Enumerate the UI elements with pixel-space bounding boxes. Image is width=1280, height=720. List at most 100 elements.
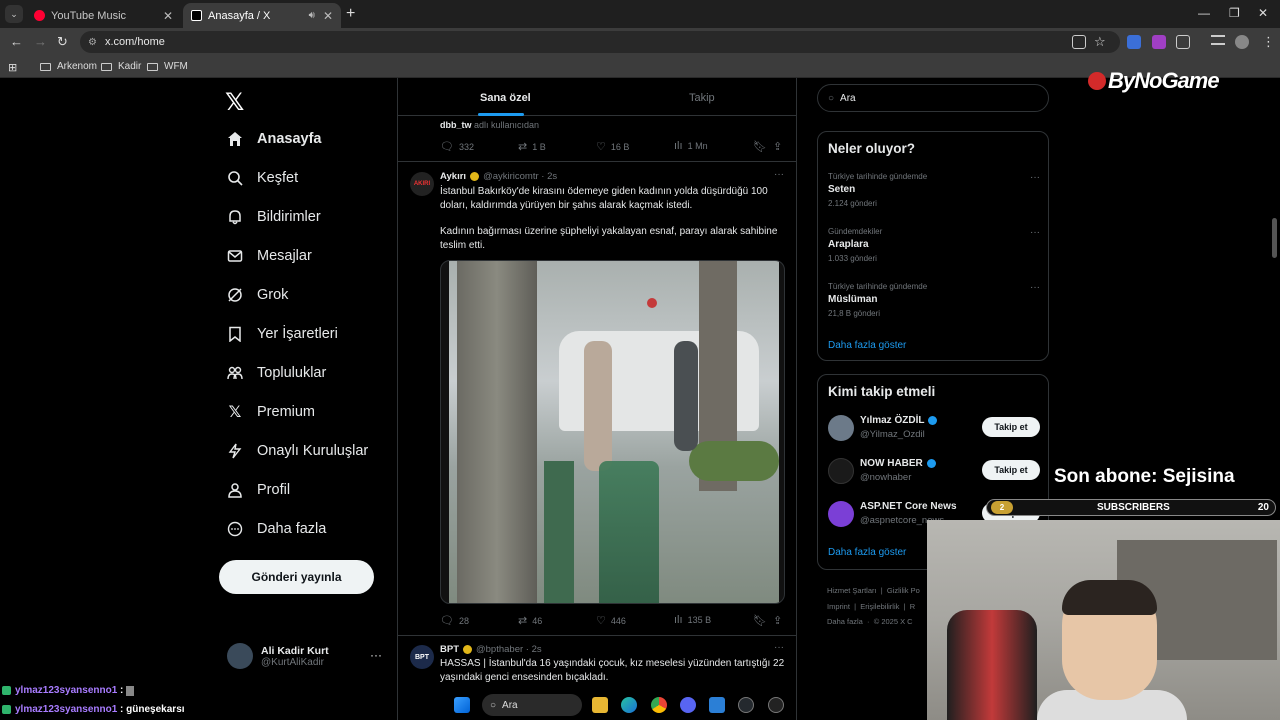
follow-suggestion[interactable]: NOW HABER @nowhaber Takip et — [828, 456, 1040, 486]
follow-suggestion[interactable]: Yılmaz ÖZDİL @Yilmaz_Ozdil Takip et — [828, 413, 1040, 443]
tab-youtube-music[interactable]: YouTube Music ✕ — [26, 3, 181, 28]
follow-button[interactable]: Takip et — [982, 417, 1040, 437]
close-icon[interactable]: ✕ — [323, 9, 333, 23]
sidebar-item-premium[interactable]: 𝕏 Premium — [226, 403, 315, 421]
sidebar-item-notifications[interactable]: Bildirimler — [226, 208, 321, 226]
footer-link[interactable]: Imprint — [827, 602, 850, 611]
sidebar-item-profile[interactable]: Profil — [226, 481, 290, 499]
taskbar-search[interactable]: ○ Ara — [482, 694, 582, 716]
tab-for-you[interactable]: Sana özel — [480, 92, 531, 104]
chrome-icon[interactable] — [651, 697, 667, 713]
edge-icon[interactable] — [621, 697, 637, 713]
apps-grid-icon[interactable]: ⊞ — [8, 61, 17, 74]
like-button[interactable]: ♡ 16 B — [596, 140, 629, 153]
tweet-handle[interactable]: @aykiricomtr · 2s — [483, 171, 557, 182]
forward-icon[interactable]: → — [34, 34, 47, 49]
share-button[interactable]: ⇪ — [773, 140, 787, 153]
sidebar-item-explore[interactable]: Keşfet — [226, 169, 298, 187]
back-icon[interactable]: ← — [10, 34, 23, 49]
sidebar-item-grok[interactable]: Grok — [226, 286, 288, 304]
sidebar-item-messages[interactable]: Mesajlar — [226, 247, 312, 265]
speaker-icon[interactable]: 🔊︎ — [309, 10, 315, 21]
scrollbar[interactable] — [1272, 218, 1277, 258]
file-explorer-icon[interactable] — [592, 697, 608, 713]
tab-x-home[interactable]: Anasayfa / X 🔊︎ ✕ — [183, 3, 341, 28]
close-icon[interactable]: ✕ — [163, 9, 173, 23]
follow-button[interactable]: Takip et — [982, 460, 1040, 480]
tweet-author[interactable]: BPT — [440, 644, 459, 655]
reload-icon[interactable]: ↻ — [57, 34, 68, 50]
tab-following[interactable]: Takip — [689, 92, 715, 104]
reply-button[interactable]: 🗨︎ 28 — [440, 614, 469, 627]
repost-button[interactable]: ⇄ 1 B — [518, 140, 546, 153]
minimize-icon[interactable]: — — [1198, 6, 1210, 20]
tweet-handle[interactable]: @bpthaber · 2s — [476, 644, 542, 655]
sidebar-item-bookmarks[interactable]: Yer İşaretleri — [226, 325, 338, 343]
more-icon[interactable]: ··· — [774, 169, 784, 180]
footer-link[interactable]: Daha fazla — [827, 617, 863, 626]
views-button[interactable]: ılı 135 B — [674, 614, 711, 626]
maximize-icon[interactable]: ❐ — [1229, 6, 1240, 20]
close-window-icon[interactable]: ✕ — [1258, 6, 1268, 20]
sidebar-item-label: Daha fazla — [257, 521, 327, 537]
tweet-video[interactable] — [440, 260, 785, 604]
browser-menu-icon[interactable]: ⋮ — [1262, 34, 1275, 50]
account-switcher[interactable]: Ali Kadir Kurt @KurtAliKadir — [227, 643, 387, 669]
vscode-icon[interactable] — [709, 697, 725, 713]
discord-icon[interactable] — [680, 697, 696, 713]
profile-avatar[interactable] — [1235, 35, 1249, 49]
trend-item[interactable]: Türkiye tarihinde gündemde Seten 2.124 g… — [828, 172, 1040, 208]
reading-list-icon[interactable] — [1211, 35, 1225, 45]
footer-link[interactable]: Gizlilik Po — [887, 586, 920, 595]
more-icon[interactable]: ··· — [370, 648, 382, 662]
tweet-author[interactable]: Aykırı — [440, 171, 466, 182]
more-icon[interactable]: ··· — [1030, 227, 1040, 238]
more-icon[interactable]: ··· — [774, 642, 784, 653]
extension-icon[interactable] — [1152, 35, 1166, 49]
x-logo-icon[interactable]: 𝕏 — [225, 88, 244, 117]
avatar[interactable]: AKIRI — [410, 172, 434, 196]
more-icon[interactable]: ··· — [1030, 282, 1040, 293]
show-more-link[interactable]: Daha fazla göster — [828, 547, 906, 558]
bookmark-folder-arkenom[interactable]: Arkenom — [40, 61, 97, 72]
url-input[interactable]: ⚙ x.com/home — [80, 31, 1120, 53]
new-tab-button[interactable]: + — [346, 5, 355, 23]
attribution-user[interactable]: dbb_tw — [440, 120, 472, 130]
avatar[interactable]: BPT — [410, 645, 434, 669]
windows-start-icon[interactable] — [454, 697, 470, 713]
star-icon[interactable]: ☆ — [1094, 34, 1106, 50]
site-info-icon[interactable]: ⚙ — [88, 37, 97, 48]
repost-button[interactable]: ⇄ 46 — [518, 614, 542, 627]
sidebar-item-communities[interactable]: Topluluklar — [226, 364, 326, 382]
bookmark-folder-kadir[interactable]: Kadir — [101, 61, 141, 72]
sidebar-item-home[interactable]: Anasayfa — [226, 130, 321, 148]
like-button[interactable]: ♡ 446 — [596, 614, 626, 627]
footer-link[interactable]: Hizmet Şartları — [827, 586, 877, 595]
translate-extension-icon[interactable] — [1127, 35, 1141, 49]
tab-search-button[interactable]: ⌄ — [5, 5, 23, 23]
bookmark-button[interactable]: 🔖︎ — [753, 140, 772, 153]
share-button[interactable]: ⇪ — [773, 614, 787, 627]
bookmark-icon: 🔖︎ — [753, 141, 767, 153]
sidebar-item-more[interactable]: Daha fazla — [226, 520, 326, 538]
subscriber-label: SUBSCRIBERS — [1097, 502, 1170, 513]
sidebar-item-verified-orgs[interactable]: Onaylı Kuruluşlar — [226, 442, 368, 460]
footer-link[interactable]: Erişilebilirlik — [860, 602, 899, 611]
github-icon[interactable] — [738, 697, 754, 713]
post-button[interactable]: Gönderi yayınla — [219, 560, 374, 594]
lightning-icon — [226, 442, 244, 460]
trend-item[interactable]: Gündemdekiler Araplara 1.033 gönderi ··· — [828, 227, 1040, 263]
reply-button[interactable]: 🗨︎ 332 — [440, 140, 474, 153]
bookmark-button[interactable]: 🔖︎ — [753, 614, 772, 627]
footer-link[interactable]: R — [910, 602, 915, 611]
obs-icon[interactable] — [768, 697, 784, 713]
more-icon[interactable]: ··· — [1030, 172, 1040, 183]
views-button[interactable]: ılı 1 Mn — [674, 140, 708, 152]
trend-item[interactable]: Türkiye tarihinde gündemde Müslüman 21,8… — [828, 282, 1040, 318]
install-app-icon[interactable] — [1072, 35, 1086, 49]
search-input[interactable]: ○ Ara — [817, 84, 1049, 112]
extensions-puzzle-icon[interactable] — [1176, 35, 1190, 49]
video-scene — [689, 441, 779, 481]
show-more-link[interactable]: Daha fazla göster — [828, 340, 906, 351]
bookmark-folder-wfm[interactable]: WFM — [147, 61, 188, 72]
